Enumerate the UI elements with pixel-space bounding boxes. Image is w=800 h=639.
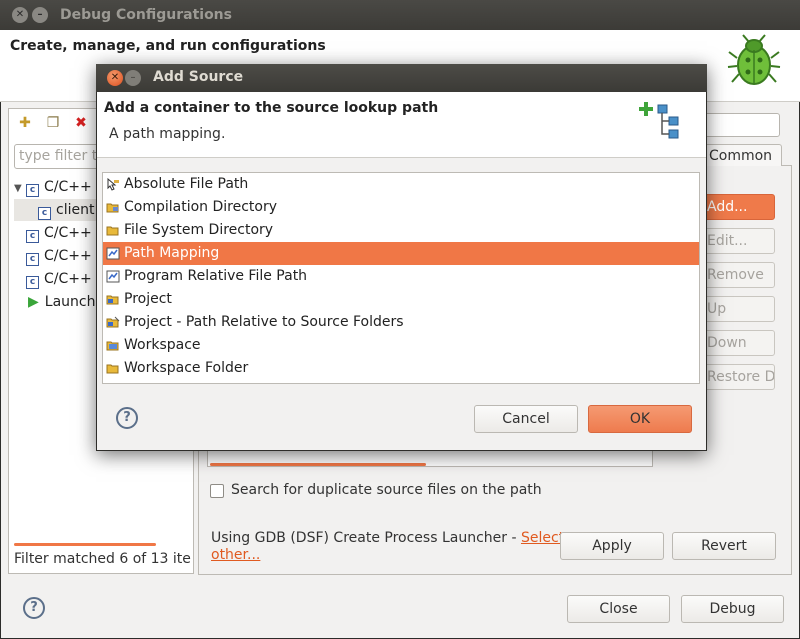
down-button[interactable]: Down [700,330,775,356]
help-icon[interactable]: ? [23,597,45,619]
folder-icon [106,203,119,213]
folder-icon [106,226,119,236]
tree-item-label: client [56,202,95,218]
project-icon [106,316,120,328]
list-item-label: Absolute File Path [124,176,249,192]
dialog-minimize-icon[interactable]: – [125,70,141,86]
expand-arrow-icon[interactable]: ▼ [14,178,26,198]
source-list-scrollbar[interactable] [210,463,426,466]
apply-button[interactable]: Apply [560,532,664,560]
duplicate-search-label: Search for duplicate source files on the… [231,482,542,498]
dialog-subtext: A path mapping. [109,126,226,142]
list-item[interactable]: Project - Path Relative to Source Folder… [103,311,699,334]
workspace-icon [106,341,119,351]
list-item[interactable]: Absolute File Path [103,173,699,196]
c-config-icon: c [26,184,39,197]
remove-button[interactable]: Remove [700,262,775,288]
edit-button[interactable]: Edit... [700,228,775,254]
c-config-icon: c [26,253,39,266]
list-item-label: Compilation Directory [124,199,278,215]
list-item-label: Path Mapping [124,245,220,261]
window-close-icon[interactable]: ✕ [12,7,28,23]
dialog-heading: Add a container to the source lookup pat… [104,100,439,116]
list-item[interactable]: Project [103,288,699,311]
dialog-help-icon[interactable]: ? [116,407,138,429]
list-item[interactable]: Workspace [103,334,699,357]
launcher-text: Using GDB (DSF) Create Process Launcher … [211,530,521,546]
window-minimize-icon[interactable]: – [32,7,48,23]
list-item-selected[interactable]: Path Mapping [103,242,699,265]
new-configuration-icon[interactable]: ✚ [16,114,34,132]
delete-configuration-icon[interactable]: ✖ [72,114,90,132]
project-icon [106,295,119,305]
list-item[interactable]: Compilation Directory [103,196,699,219]
absolute-path-icon [107,178,119,191]
debug-button[interactable]: Debug [681,595,784,623]
list-item[interactable]: File System Directory [103,219,699,242]
ok-button[interactable]: OK [588,405,692,433]
list-item[interactable]: Workspace Folder [103,357,699,380]
duplicate-search-checkbox[interactable] [210,484,224,498]
close-button[interactable]: Close [567,595,670,623]
window-title: Debug Configurations [60,7,232,23]
path-mapping-icon [106,270,120,283]
dialog-close-icon[interactable]: ✕ [107,70,123,86]
filter-status: Filter matched 6 of 13 items [14,551,192,567]
launcher-info: Using GDB (DSF) Create Process Launcher … [211,529,564,547]
list-item-label: Project - Path Relative to Source Folder… [124,314,404,330]
filter-input[interactable]: type filter text [14,144,104,169]
window-heading: Create, manage, and run configurations [10,38,326,54]
restore-default-button[interactable]: Restore Default [700,364,775,390]
launch-group-icon: ▶ [28,294,39,310]
list-item[interactable]: Program Relative File Path [103,265,699,288]
duplicate-configuration-icon[interactable]: ❐ [44,114,62,132]
path-mapping-icon [106,247,120,260]
select-launcher-link[interactable]: Select [521,530,564,546]
tab-common[interactable]: Common [700,144,782,166]
c-config-icon: c [38,207,51,220]
bug-icon [727,34,781,85]
add-button[interactable]: Add... [700,194,775,220]
list-item-label: Workspace [124,337,201,353]
c-config-icon: c [26,276,39,289]
c-config-icon: c [26,230,39,243]
configuration-name-field[interactable] [700,113,780,137]
folder-icon [106,364,119,374]
dialog-title: Add Source [153,69,244,85]
left-horizontal-scrollbar[interactable] [14,543,156,546]
list-item-label: Workspace Folder [124,360,249,376]
revert-button[interactable]: Revert [672,532,776,560]
list-item-label: Program Relative File Path [124,268,308,284]
add-container-icon [639,102,679,139]
up-button[interactable]: Up [700,296,775,322]
list-item-label: Project [124,291,172,307]
select-other-link[interactable]: other... [211,547,260,563]
list-item-label: File System Directory [124,222,274,238]
cancel-button[interactable]: Cancel [474,405,578,433]
